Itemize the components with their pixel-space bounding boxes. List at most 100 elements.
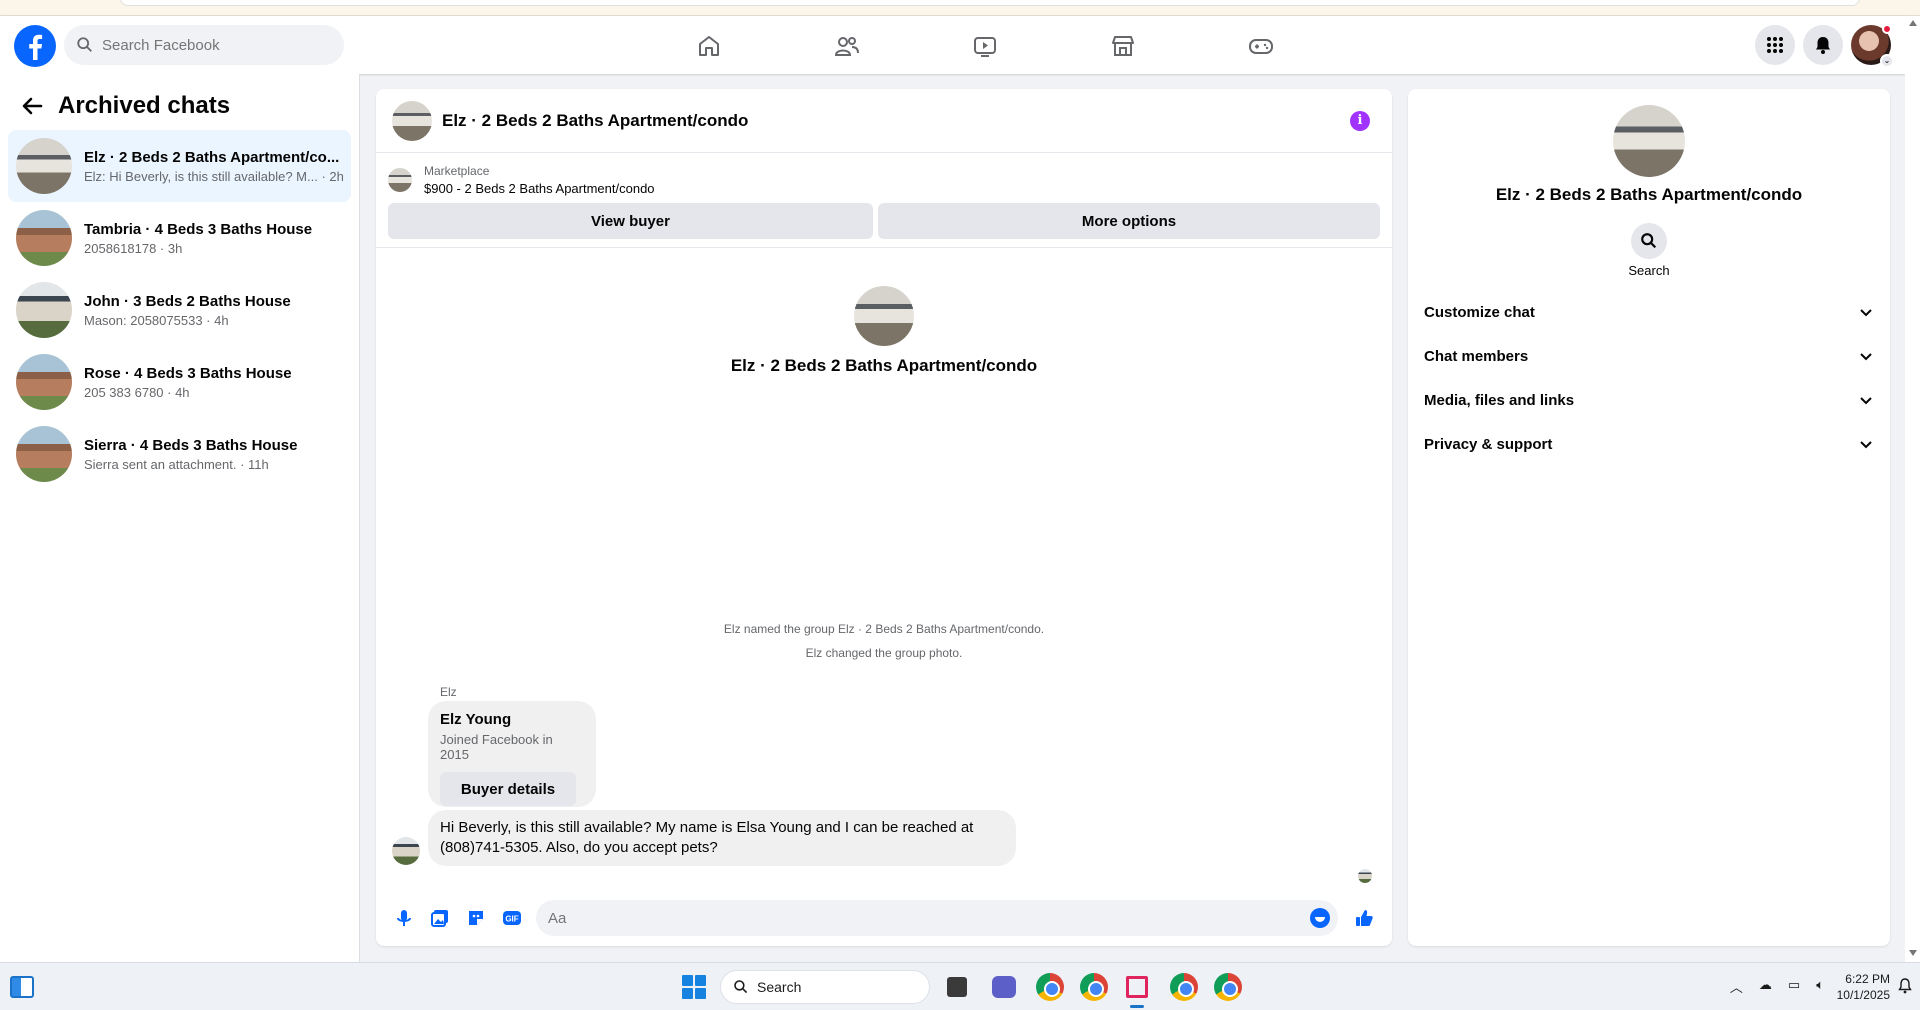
notification-bell-icon[interactable] — [1898, 978, 1912, 994]
chevron-down-icon — [1860, 397, 1872, 405]
buyer-details-button[interactable]: Buyer details — [440, 772, 576, 806]
video-tab[interactable] — [916, 20, 1054, 72]
voice-clip-button[interactable] — [386, 900, 422, 936]
listing-title: $900 - 2 Beds 2 Baths Apartment/condo — [424, 181, 655, 196]
menu-button[interactable] — [1755, 25, 1795, 65]
seen-indicator-avatar — [1358, 869, 1372, 883]
scroll-up-arrow-icon[interactable] — [1909, 20, 1917, 26]
search-in-conversation[interactable]: Search — [1619, 223, 1679, 278]
chat-list-item[interactable]: John · 3 Beds 2 Baths House Mason: 20580… — [8, 274, 351, 346]
back-arrow-icon — [22, 97, 43, 115]
chat-list-item[interactable]: Tambria · 4 Beds 3 Baths House 205861817… — [8, 202, 351, 274]
chrome-icon[interactable] — [1080, 973, 1108, 1001]
taskbar-clock[interactable]: 6:22 PM 10/1/2025 — [1837, 971, 1890, 1003]
archived-chats-panel: Archived chats Elz · 2 Beds 2 Baths Apar… — [0, 74, 360, 962]
sender-avatar[interactable] — [392, 837, 420, 865]
chrome-profile-icon[interactable] — [1170, 973, 1198, 1001]
search-icon — [734, 980, 748, 994]
chat-name: Elz · 2 Beds 2 Baths Apartment/co... — [84, 148, 340, 166]
friends-tab[interactable] — [778, 20, 916, 72]
teams-icon[interactable] — [992, 976, 1016, 998]
buyer-card: Elz Young Joined Facebook in 2015 Buyer … — [428, 701, 596, 807]
info-icon[interactable]: i — [1350, 111, 1370, 131]
more-options-button[interactable]: More options — [878, 203, 1380, 239]
start-button-icon[interactable] — [682, 975, 706, 999]
browser-toolbar-edge — [0, 0, 1920, 16]
chrome-profile-icon[interactable] — [1214, 973, 1242, 1001]
chat-name: Tambria · 4 Beds 3 Baths House — [84, 220, 313, 238]
archived-chats-header: Archived chats — [0, 74, 359, 124]
conversation-panel: Elz · 2 Beds 2 Baths Apartment/condo i M… — [376, 89, 1392, 946]
section-media-files-links[interactable]: Media, files and links — [1416, 378, 1882, 422]
facebook-logo-icon[interactable] — [14, 25, 56, 67]
section-label: Customize chat — [1424, 303, 1535, 321]
listing-thumbnail — [388, 168, 412, 192]
taskbar-search[interactable]: Search — [720, 970, 930, 1004]
emoji-icon[interactable] — [1310, 908, 1330, 928]
home-tab[interactable] — [640, 20, 778, 72]
page-scrollbar[interactable] — [1905, 16, 1920, 962]
conversation-avatar[interactable] — [392, 100, 432, 141]
section-label: Media, files and links — [1424, 391, 1575, 409]
main-nav-tabs — [640, 20, 1330, 72]
snipping-tool-icon[interactable] — [1126, 976, 1148, 998]
chrome-profile-icon[interactable] — [1036, 973, 1064, 1001]
section-customize-chat[interactable]: Customize chat — [1416, 290, 1882, 334]
like-button[interactable] — [1346, 900, 1382, 936]
message-input-box[interactable] — [536, 900, 1338, 936]
chat-details-title: Elz · 2 Beds 2 Baths Apartment/condo — [1495, 185, 1803, 204]
chevron-up-icon[interactable]: ︿ — [1730, 977, 1743, 996]
network-icon[interactable]: ▭ — [1788, 977, 1800, 996]
gif-icon: GIF — [503, 911, 521, 925]
file-explorer-icon[interactable] — [947, 977, 967, 997]
conversation-title[interactable]: Elz · 2 Beds 2 Baths Apartment/condo — [442, 111, 748, 131]
chat-list-item[interactable]: Rose · 4 Beds 3 Baths House 205 383 6780… — [8, 346, 351, 418]
chat-list-item[interactable]: Sierra · 4 Beds 3 Baths House Sierra sen… — [8, 418, 351, 490]
page-title: Archived chats — [58, 92, 231, 119]
search-button[interactable] — [1631, 223, 1667, 259]
microphone-icon — [397, 910, 411, 926]
marketplace-tab[interactable] — [1054, 20, 1192, 72]
taskbar-search-label: Search — [757, 979, 802, 995]
buyer-name: Elz Young — [440, 711, 512, 728]
message-input[interactable] — [548, 909, 1288, 927]
widgets-icon[interactable] — [10, 976, 34, 998]
scroll-down-arrow-icon[interactable] — [1909, 950, 1917, 956]
chat-list: Elz · 2 Beds 2 Baths Apartment/co... Elz… — [0, 124, 359, 496]
conversation-header: Elz · 2 Beds 2 Baths Apartment/condo i — [376, 89, 1392, 153]
friends-icon — [834, 37, 859, 56]
profile-avatar[interactable]: ⌄ — [1851, 24, 1894, 68]
clock-date: 10/1/2025 — [1836, 988, 1890, 1002]
view-buyer-button[interactable]: View buyer — [388, 203, 874, 239]
chat-details-avatar — [1613, 105, 1685, 177]
section-privacy-support[interactable]: Privacy & support — [1416, 422, 1882, 466]
attach-photo-button[interactable] — [422, 900, 458, 936]
chat-list-item[interactable]: Elz · 2 Beds 2 Baths Apartment/co... Elz… — [8, 130, 351, 202]
cloud-icon[interactable]: ☁ — [1759, 977, 1772, 996]
photo-icon — [431, 910, 448, 927]
message-bubble: Hi Beverly, is this still available? My … — [428, 810, 1016, 866]
sticker-button[interactable] — [458, 900, 494, 936]
chat-details-panel: Elz · 2 Beds 2 Baths Apartment/condo Sea… — [1408, 89, 1890, 946]
chat-name: Rose · 4 Beds 3 Baths House — [84, 364, 292, 382]
sender-name: Elz — [440, 685, 457, 699]
back-button[interactable] — [18, 92, 46, 120]
chevron-down-icon: ⌄ — [1880, 54, 1894, 68]
section-label: Privacy & support — [1424, 435, 1553, 453]
search-input[interactable] — [102, 36, 322, 54]
facebook-search[interactable] — [64, 25, 344, 65]
marketplace-listing[interactable]: Marketplace $900 - 2 Beds 2 Baths Apartm… — [376, 153, 1392, 199]
system-tray: ︿ ☁ ▭ 🔈︎ — [1730, 977, 1824, 996]
chat-avatar — [16, 426, 72, 482]
gaming-tab[interactable] — [1192, 20, 1330, 72]
gif-button[interactable]: GIF — [494, 900, 530, 936]
notifications-button[interactable] — [1803, 25, 1843, 65]
volume-icon[interactable]: 🔈︎ — [1816, 977, 1824, 996]
chat-preview: Elz: Hi Beverly, is this still available… — [84, 168, 344, 184]
chat-preview: Sierra sent an attachment. · 11h — [84, 456, 269, 472]
browser-address-bar[interactable] — [120, 0, 1860, 6]
conversation-intro: Elz · 2 Beds 2 Baths Apartment/condo — [376, 248, 1392, 376]
system-message: Elz named the group Elz · 2 Beds 2 Baths… — [723, 622, 1045, 636]
marketplace-icon — [1112, 36, 1134, 56]
section-chat-members[interactable]: Chat members — [1416, 334, 1882, 378]
